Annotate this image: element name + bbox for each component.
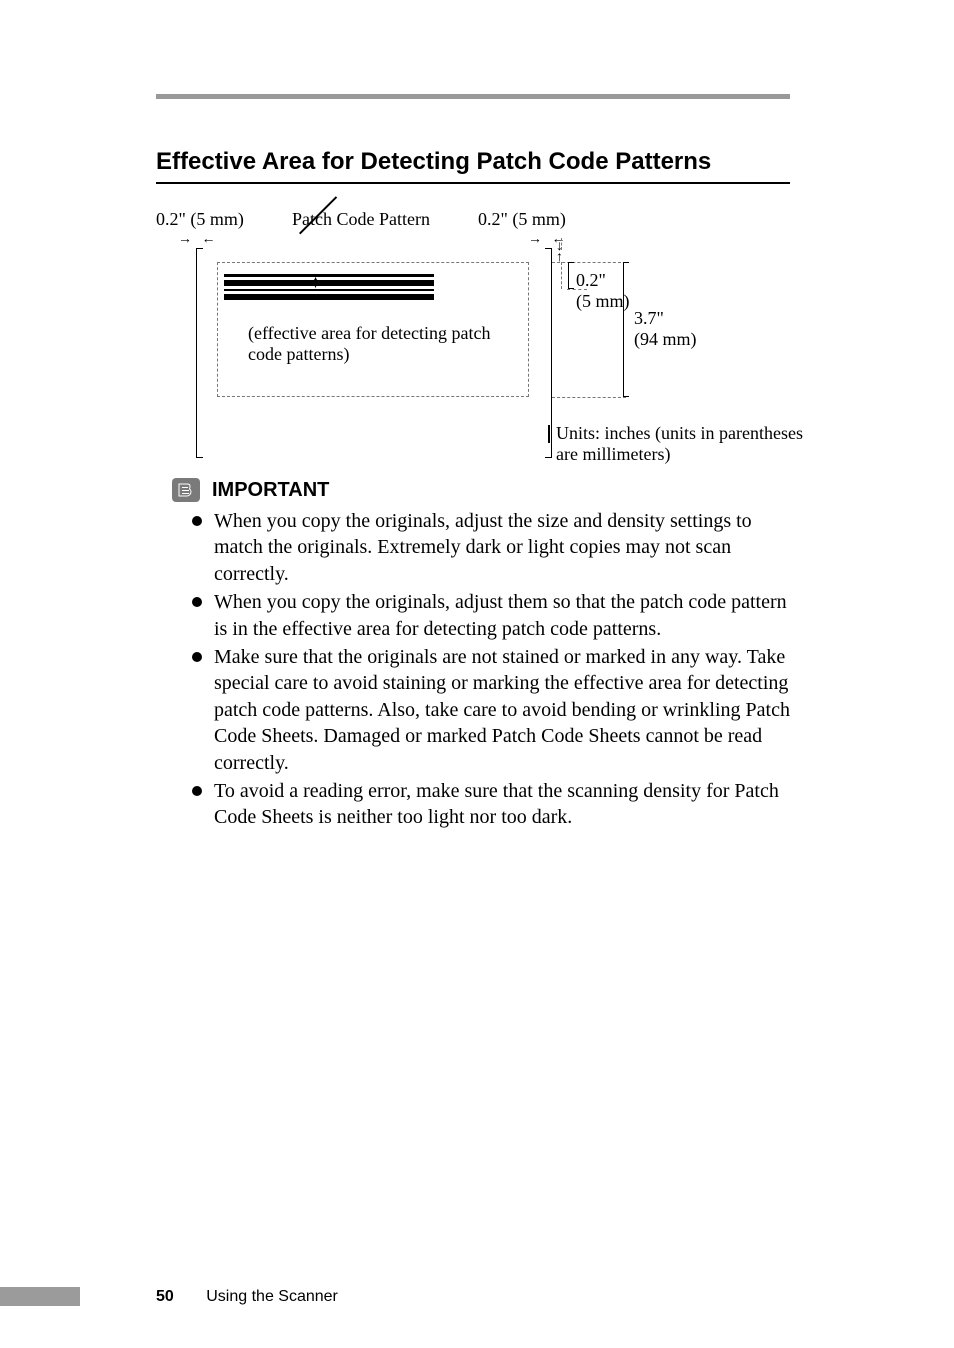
- label-total-height: 3.7" (94 mm): [634, 308, 697, 350]
- list-item: Make sure that the originals are not sta…: [192, 644, 790, 776]
- page-number: 50: [156, 1288, 174, 1305]
- up-arrow-icon: ✦: [308, 273, 323, 294]
- important-list: When you copy the originals, adjust the …: [172, 508, 790, 831]
- label-inner-top-margin: 0.2" (5 mm): [576, 270, 630, 312]
- arrow-pair-left-icon: → ←: [178, 232, 219, 248]
- important-icon: [172, 478, 200, 502]
- running-head: Using the Scanner: [206, 1288, 338, 1305]
- important-label: IMPORTANT: [212, 479, 329, 502]
- important-heading: IMPORTANT: [172, 478, 790, 502]
- units-rule: [548, 425, 550, 443]
- units-note: Units: inches (units in parentheses are …: [556, 423, 816, 465]
- dash-guide-inner: [561, 262, 562, 289]
- list-item: When you copy the originals, adjust them…: [192, 589, 790, 642]
- dash-ext-top: [552, 262, 626, 263]
- patch-code-bars: [224, 274, 434, 300]
- dash-ext-bottom: [552, 397, 626, 398]
- footer-text: 50 Using the Scanner: [156, 1288, 338, 1306]
- section-heading: Effective Area for Detecting Patch Code …: [156, 148, 711, 175]
- section-heading-wrap: Effective Area for Detecting Patch Code …: [156, 148, 790, 184]
- bracket-left: [196, 248, 202, 458]
- label-right-margin: 0.2" (5 mm): [478, 209, 566, 230]
- diagram: 0.2" (5 mm) Patch Code Pattern 0.2" (5 m…: [156, 200, 796, 460]
- list-item: To avoid a reading error, make sure that…: [192, 778, 790, 831]
- footer-bar: [0, 1287, 80, 1306]
- label-left-margin: 0.2" (5 mm): [156, 209, 244, 230]
- effective-caption: (effective area for detecting patch code…: [248, 323, 528, 365]
- arrow-pair-vert-icon: ↓↑: [556, 241, 563, 263]
- top-rule: [156, 94, 790, 99]
- bracket-small-dim: [568, 262, 573, 289]
- list-item: When you copy the originals, adjust the …: [192, 508, 790, 587]
- important-block: IMPORTANT When you copy the originals, a…: [172, 478, 790, 833]
